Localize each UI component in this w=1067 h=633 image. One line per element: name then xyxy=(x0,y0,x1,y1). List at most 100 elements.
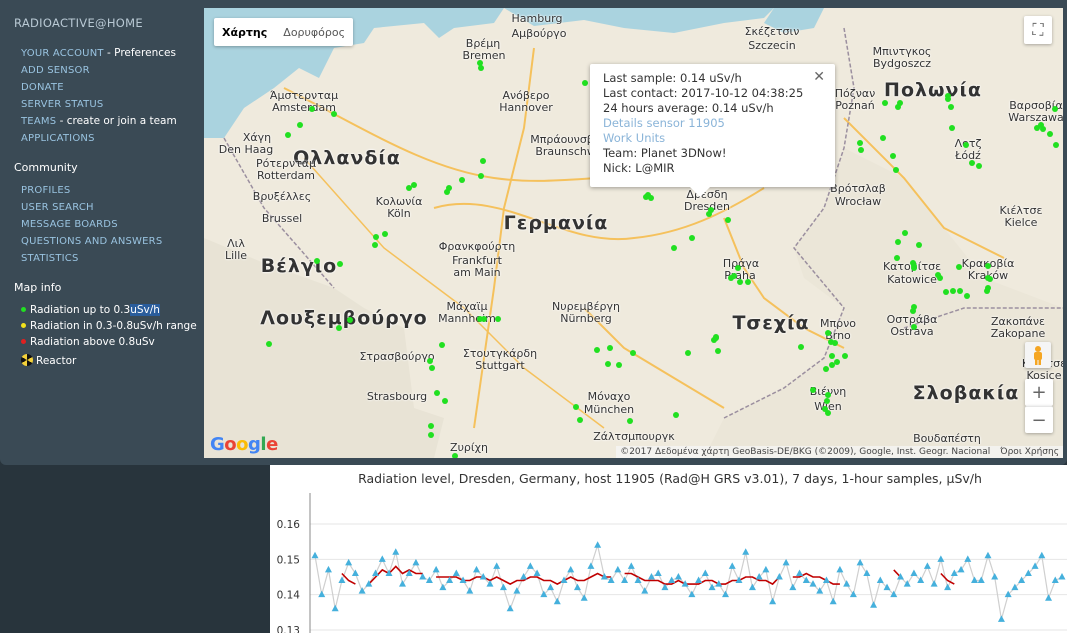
sensor-marker[interactable] xyxy=(829,362,835,368)
sensor-marker[interactable] xyxy=(372,242,378,248)
community-link-message-boards[interactable]: MESSAGE BOARDS xyxy=(21,219,118,230)
sensor-marker[interactable] xyxy=(382,231,388,237)
sensor-marker[interactable] xyxy=(735,265,741,271)
details-sensor-link[interactable]: Details sensor 11905 xyxy=(603,116,822,131)
sensor-marker[interactable] xyxy=(1053,142,1059,148)
sensor-marker[interactable] xyxy=(627,418,633,424)
sensor-marker[interactable] xyxy=(708,207,714,213)
sensor-marker[interactable] xyxy=(594,347,600,353)
sensor-marker[interactable] xyxy=(607,345,613,351)
sensor-marker[interactable] xyxy=(943,289,949,295)
sensor-marker[interactable] xyxy=(285,132,291,138)
sensor-marker[interactable] xyxy=(477,316,483,322)
sensor-marker[interactable] xyxy=(963,142,969,148)
sensor-marker[interactable] xyxy=(964,293,970,299)
sensor-marker[interactable] xyxy=(266,341,272,347)
sensor-marker[interactable] xyxy=(985,285,991,291)
sensor-marker[interactable] xyxy=(1052,106,1058,112)
sensor-marker[interactable] xyxy=(725,217,731,223)
sensor-marker[interactable] xyxy=(737,279,743,285)
google-logo[interactable]: Google xyxy=(210,434,278,455)
sensor-marker[interactable] xyxy=(428,423,434,429)
close-icon[interactable]: ✕ xyxy=(813,70,825,85)
sensor-marker[interactable] xyxy=(616,362,622,368)
sensor-marker[interactable] xyxy=(1040,126,1046,132)
nav-suffix-text[interactable]: - create or join a team xyxy=(56,115,177,127)
sensor-marker[interactable] xyxy=(297,122,303,128)
sensor-marker[interactable] xyxy=(689,235,695,241)
terms-link[interactable]: Όροι Χρήσης xyxy=(1000,447,1059,457)
sensor-marker[interactable] xyxy=(1034,125,1040,131)
fullscreen-button[interactable]: ⛶ xyxy=(1024,16,1052,44)
sensor-marker[interactable] xyxy=(671,245,677,251)
sensor-marker[interactable] xyxy=(573,404,579,410)
sensor-marker[interactable] xyxy=(337,261,343,267)
sensor-marker[interactable] xyxy=(478,173,484,179)
sensor-marker[interactable] xyxy=(987,276,993,282)
sensor-marker[interactable] xyxy=(976,163,982,169)
sensor-marker[interactable] xyxy=(949,125,955,131)
sensor-marker[interactable] xyxy=(331,111,337,117)
sensor-marker[interactable] xyxy=(630,350,636,356)
sensor-marker[interactable] xyxy=(429,365,435,371)
sensor-marker[interactable] xyxy=(893,167,899,173)
sensor-marker[interactable] xyxy=(895,104,901,110)
community-link-profiles[interactable]: PROFILES xyxy=(21,185,70,196)
nav-link-server-status[interactable]: SERVER STATUS xyxy=(21,99,103,110)
sensor-marker[interactable] xyxy=(985,263,991,269)
sensor-marker[interactable] xyxy=(478,65,484,71)
zoom-out-button[interactable]: − xyxy=(1025,406,1053,433)
sensor-marker[interactable] xyxy=(480,158,486,164)
sensor-marker[interactable] xyxy=(336,325,342,331)
nav-link-applications[interactable]: APPLICATIONS xyxy=(21,133,95,144)
sensor-marker[interactable] xyxy=(495,316,501,322)
sensor-marker[interactable] xyxy=(948,104,954,110)
community-link-user-search[interactable]: USER SEARCH xyxy=(21,202,94,213)
sensor-marker[interactable] xyxy=(1047,131,1053,137)
zoom-in-button[interactable]: + xyxy=(1025,379,1053,406)
sensor-marker[interactable] xyxy=(945,96,951,102)
sensor-marker[interactable] xyxy=(825,410,831,416)
nav-link-donate[interactable]: DONATE xyxy=(21,82,64,93)
nav-link-your-account[interactable]: YOUR ACCOUNT xyxy=(21,48,104,59)
sensor-marker[interactable] xyxy=(910,308,916,314)
sensor-marker[interactable] xyxy=(309,106,315,112)
community-link-statistics[interactable]: STATISTICS xyxy=(21,253,79,264)
sensor-marker[interactable] xyxy=(444,189,450,195)
site-title[interactable]: RADIOACTIVE@HOME xyxy=(14,16,204,30)
sensor-marker[interactable] xyxy=(314,258,320,264)
sensor-marker[interactable] xyxy=(685,350,691,356)
sensor-marker[interactable] xyxy=(882,100,888,106)
sensor-marker[interactable] xyxy=(452,453,458,458)
sensor-marker[interactable] xyxy=(823,366,829,372)
sensor-marker[interactable] xyxy=(911,324,917,330)
sensor-marker[interactable] xyxy=(731,273,737,279)
sensor-marker[interactable] xyxy=(428,432,434,438)
sensor-marker[interactable] xyxy=(439,342,445,348)
sensor-marker[interactable] xyxy=(373,234,379,240)
sensor-marker[interactable] xyxy=(810,387,816,393)
sensor-marker[interactable] xyxy=(459,177,465,183)
sensor-marker[interactable] xyxy=(824,398,830,404)
sensor-marker[interactable] xyxy=(643,194,649,200)
sensor-marker[interactable] xyxy=(442,398,448,404)
map-type-map-button[interactable]: Χάρτης xyxy=(214,18,275,46)
sensor-marker[interactable] xyxy=(857,140,863,146)
sensor-marker[interactable] xyxy=(950,288,956,294)
sensor-marker[interactable] xyxy=(829,353,835,359)
sensor-marker[interactable] xyxy=(895,239,901,245)
sensor-marker[interactable] xyxy=(880,135,886,141)
map-type-satellite-button[interactable]: Δορυφόρος xyxy=(275,18,353,46)
community-link-questions-and-answers[interactable]: QUESTIONS AND ANSWERS xyxy=(21,236,162,247)
sensor-marker[interactable] xyxy=(411,182,417,188)
sensor-marker[interactable] xyxy=(890,153,896,159)
sensor-marker[interactable] xyxy=(911,263,917,269)
sensor-marker[interactable] xyxy=(673,412,679,418)
nav-suffix-text[interactable]: - Preferences xyxy=(104,47,176,59)
sensor-marker[interactable] xyxy=(713,335,719,341)
sensor-marker[interactable] xyxy=(916,242,922,248)
sensor-marker[interactable] xyxy=(957,288,963,294)
sensor-marker[interactable] xyxy=(956,264,962,270)
sensor-marker[interactable] xyxy=(434,390,440,396)
work-units-link[interactable]: Work Units xyxy=(603,131,822,146)
